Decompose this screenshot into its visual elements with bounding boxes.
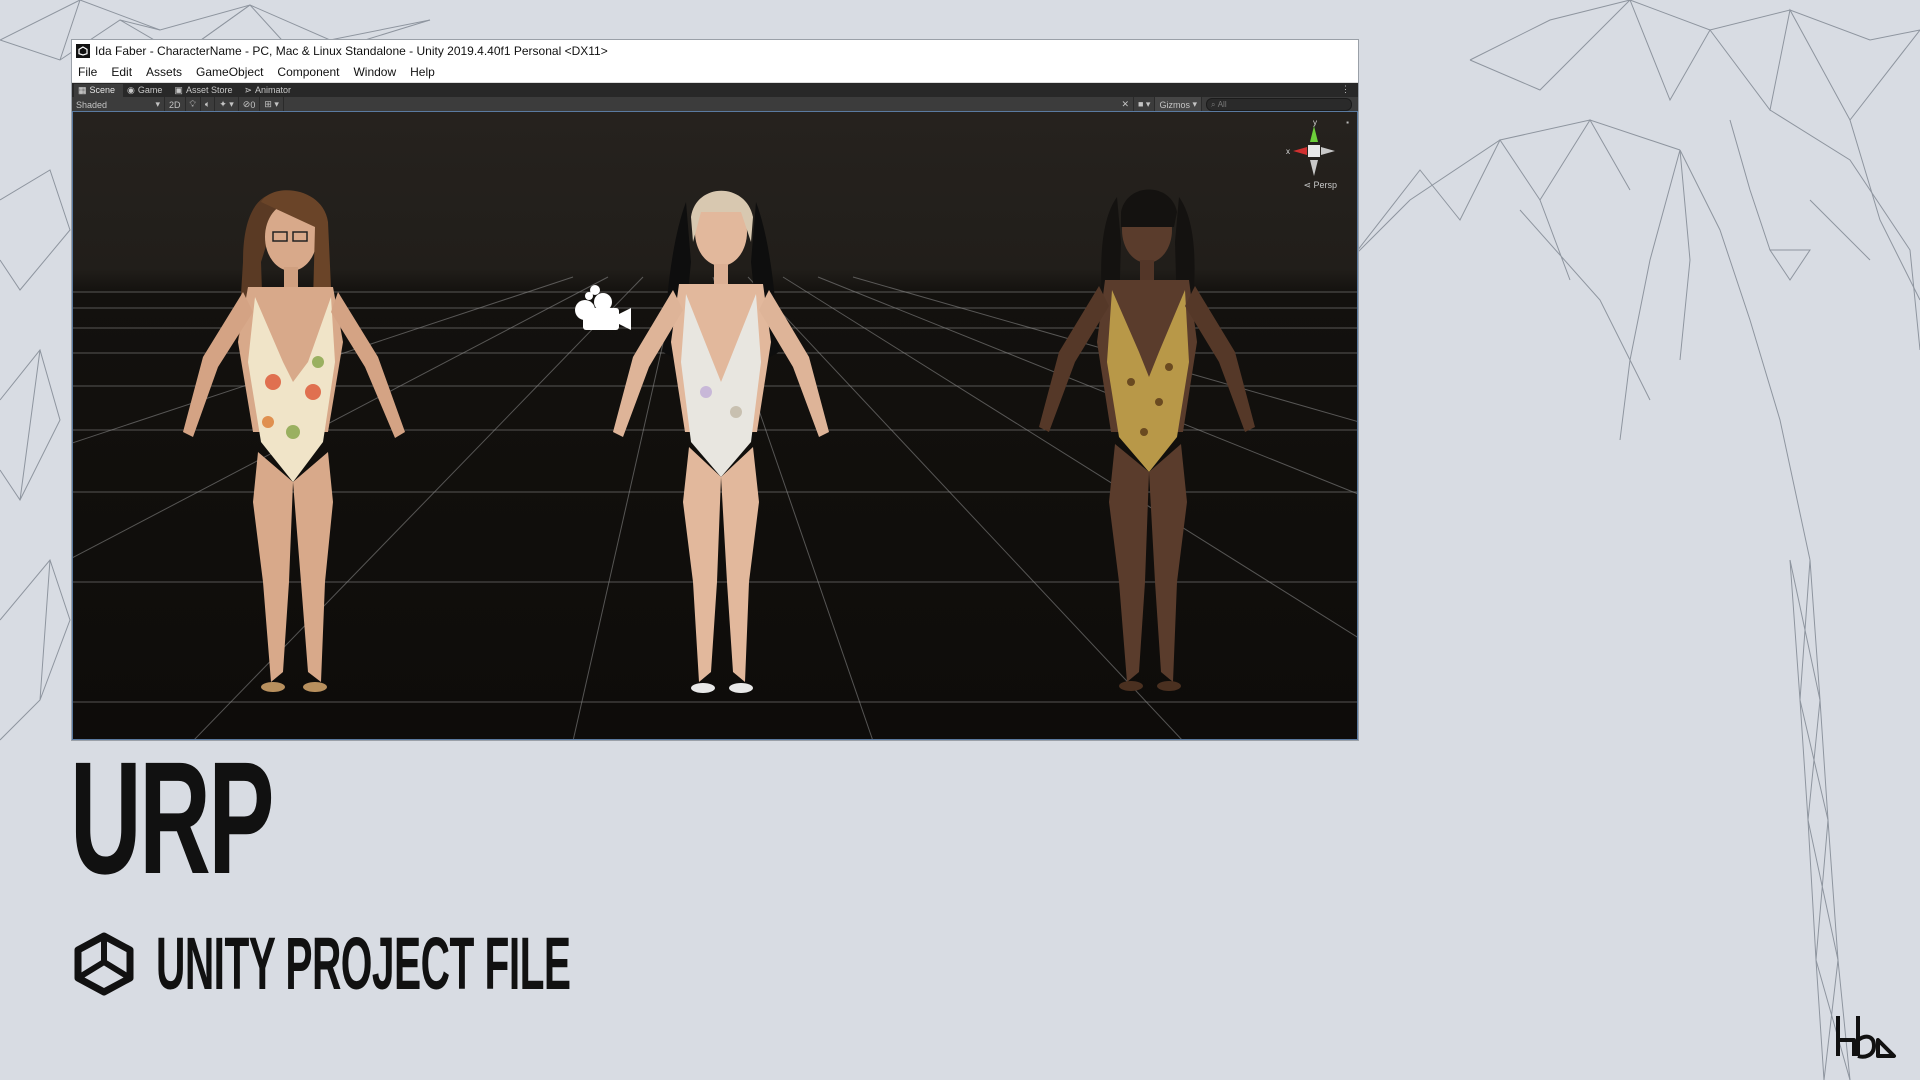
search-placeholder: All [1217, 100, 1227, 109]
tab-scene[interactable]: ▦ Scene [74, 84, 124, 97]
character-model-blonde[interactable] [571, 182, 871, 740]
tab-game[interactable]: ◉ Game [123, 84, 170, 97]
projection-toggle[interactable]: ⋖ Persp [1303, 180, 1337, 191]
chevron-down-icon: ▾ [1189, 99, 1197, 109]
camera-icon: ■ ▾ [1137, 99, 1151, 109]
search-icon: ⌕ [1211, 99, 1218, 109]
scene-toolbar-right: ✕ ■ ▾ Gizmos ▾ ⌕ All [1117, 97, 1358, 112]
lightbulb-icon: 💡︎ [189, 99, 196, 109]
unity-editor-window: Ida Faber - CharacterName - PC, Mac & Li… [72, 40, 1358, 740]
tab-asset-store[interactable]: ▣ Asset Store [170, 84, 240, 97]
window-title: Ida Faber - CharacterName - PC, Mac & Li… [95, 43, 608, 58]
menu-window[interactable]: Window [353, 65, 396, 79]
lock-icon[interactable]: ▪ [1346, 118, 1349, 127]
unity-app-icon [76, 43, 90, 58]
character-model-glasses[interactable] [143, 182, 443, 740]
tab-game-label: Game [137, 85, 163, 95]
menu-help[interactable]: Help [410, 65, 435, 79]
page-subtitle: UNITY PROJECT FILE [156, 922, 571, 1005]
camera-gizmo-icon[interactable] [569, 280, 639, 340]
tab-asset-store-label: Asset Store [185, 85, 233, 95]
eye-slash-icon: ⊘ [242, 99, 251, 109]
scene-search-input[interactable]: ⌕ All [1206, 98, 1352, 111]
projection-label: Persp [1313, 180, 1337, 190]
ida-faber-logo [1836, 1016, 1896, 1059]
wireframe-palm-right [1350, 0, 1920, 1080]
grid-dropdown[interactable]: ⊞ ▾ [260, 97, 284, 112]
speaker-icon: 🔈︎ [204, 99, 211, 109]
hidden-objects-toggle[interactable]: ⊘ 0 [239, 97, 261, 112]
effects-dropdown[interactable]: ✦ ▾ [215, 97, 239, 112]
chevron-down-icon: ▾ [155, 99, 160, 109]
axis-y-label: y [1313, 118, 1317, 127]
axis-x-label: x [1286, 147, 1290, 156]
lighting-toggle[interactable]: 💡︎ [186, 97, 201, 112]
menu-bar: File Edit Assets GameObject Component Wi… [72, 61, 1358, 83]
window-titlebar: Ida Faber - CharacterName - PC, Mac & Li… [72, 40, 1358, 61]
scene-viewport[interactable]: y x ▪ ⋖ Persp [72, 111, 1358, 740]
scene-icon: ▦ [78, 84, 87, 95]
editor-tab-bar: ▦ Scene ◉ Game ▣ Asset Store ⋗ Animator … [72, 83, 1358, 97]
grid-icon: ⊞ ▾ [264, 99, 279, 109]
menu-file[interactable]: File [78, 65, 97, 79]
page-title: URP [70, 728, 274, 907]
gamepad-icon: ◉ [127, 84, 135, 95]
menu-gameobject[interactable]: GameObject [196, 65, 263, 79]
tab-options-icon[interactable]: ⋮ [1341, 84, 1350, 95]
effects-icon: ✦ ▾ [219, 99, 234, 109]
store-icon: ▣ [174, 84, 183, 95]
tab-animator-label: Animator [255, 85, 292, 95]
menu-assets[interactable]: Assets [146, 65, 182, 79]
tab-scene-label: Scene [89, 85, 116, 95]
unity-logo-icon [74, 932, 134, 996]
animator-icon: ⋗ [244, 84, 253, 95]
mode-2d-label: 2D [169, 99, 181, 110]
gizmos-dropdown[interactable]: Gizmos ▾ [1155, 97, 1202, 112]
camera-settings-dropdown[interactable]: ■ ▾ [1134, 97, 1156, 112]
tools-button[interactable]: ✕ [1117, 97, 1134, 112]
tools-icon: ✕ [1121, 99, 1129, 109]
projection-icon: ⋖ [1303, 180, 1314, 190]
shading-mode-dropdown[interactable]: Shaded ▾ [72, 97, 165, 112]
scene-orientation-gizmo[interactable]: y x [1279, 118, 1349, 188]
audio-toggle[interactable]: 🔈︎ [201, 97, 216, 112]
character-model-dark-skin[interactable] [999, 182, 1299, 740]
shading-mode-label: Shaded [76, 99, 108, 110]
hidden-count: 0 [250, 99, 256, 110]
menu-edit[interactable]: Edit [111, 65, 132, 79]
gizmos-label: Gizmos [1159, 99, 1190, 110]
tab-animator[interactable]: ⋗ Animator [240, 84, 299, 97]
menu-component[interactable]: Component [277, 65, 339, 79]
mode-2d-toggle[interactable]: 2D [165, 97, 186, 112]
